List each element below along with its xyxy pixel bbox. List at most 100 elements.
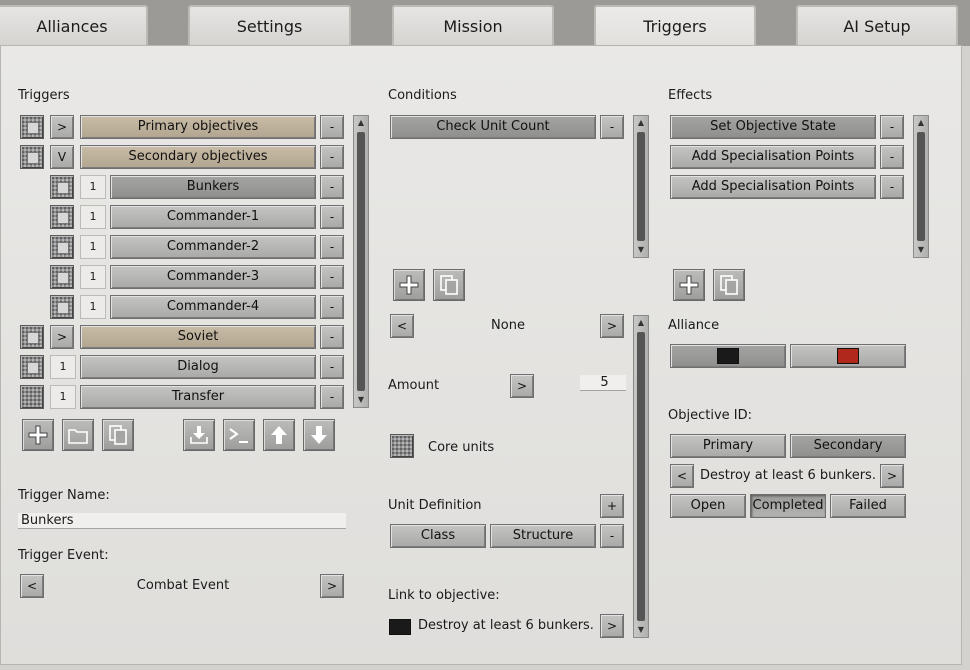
tab-ai-setup[interactable]: AI Setup — [796, 5, 958, 45]
console-button[interactable] — [223, 419, 255, 451]
add-trigger-button[interactable] — [22, 419, 54, 451]
trigger-item-commander-1[interactable]: Commander-1 — [110, 205, 316, 229]
event-prev-button[interactable]: < — [20, 574, 44, 598]
trigger-checkbox[interactable] — [20, 115, 44, 139]
tab-mission[interactable]: Mission — [392, 5, 554, 45]
trigger-checkbox[interactable] — [20, 355, 44, 379]
remove-trigger-button[interactable]: - — [320, 265, 344, 289]
trigger-checkbox[interactable] — [20, 385, 44, 409]
remove-trigger-button[interactable]: - — [320, 205, 344, 229]
add-unit-definition-button[interactable]: + — [600, 494, 624, 518]
amount-button[interactable]: > — [510, 374, 534, 398]
copy-condition-button[interactable] — [433, 269, 465, 301]
trigger-item-soviet[interactable]: Soviet — [80, 325, 316, 349]
remove-trigger-button[interactable]: - — [320, 145, 344, 169]
move-down-button[interactable] — [303, 419, 335, 451]
scroll-thumb[interactable] — [637, 132, 645, 241]
triggers-scrollbar[interactable]: ▲ ▼ — [353, 115, 369, 408]
remove-trigger-button[interactable]: - — [320, 355, 344, 379]
objective-prev-button[interactable]: < — [670, 464, 694, 488]
scroll-thumb[interactable] — [917, 132, 925, 241]
remove-trigger-button[interactable]: - — [320, 385, 344, 409]
scroll-thumb[interactable] — [357, 132, 365, 391]
copy-trigger-button[interactable] — [102, 419, 134, 451]
remove-effect-button[interactable]: - — [880, 115, 904, 139]
trigger-item-transfer[interactable]: Transfer — [80, 385, 316, 409]
trigger-checkbox[interactable] — [20, 145, 44, 169]
trigger-name-input[interactable]: Bunkers — [18, 513, 346, 529]
scroll-down-icon[interactable]: ▼ — [914, 243, 928, 257]
copy-icon — [109, 425, 127, 445]
tab-triggers[interactable]: Triggers — [594, 5, 756, 47]
plus-icon — [399, 275, 419, 295]
link-objective-button[interactable]: > — [600, 614, 624, 638]
import-trigger-button[interactable] — [183, 419, 215, 451]
event-next-button[interactable]: > — [320, 574, 344, 598]
trigger-item-bunkers[interactable]: Bunkers — [110, 175, 316, 199]
remove-effect-button[interactable]: - — [880, 175, 904, 199]
conditions-scrollbar[interactable]: ▲ ▼ — [633, 115, 649, 258]
trigger-checkbox[interactable] — [20, 325, 44, 349]
remove-trigger-button[interactable]: - — [320, 115, 344, 139]
tab-settings[interactable]: Settings — [188, 5, 351, 45]
trigger-checkbox[interactable] — [50, 265, 74, 289]
trigger-item-commander-4[interactable]: Commander-4 — [110, 295, 316, 319]
remove-trigger-button[interactable]: - — [320, 295, 344, 319]
trigger-item-primary-objectives[interactable]: Primary objectives — [80, 115, 316, 139]
condition-prev-button[interactable]: < — [390, 314, 414, 338]
remove-unit-definition-button[interactable]: - — [600, 524, 624, 548]
trigger-checkbox[interactable] — [50, 205, 74, 229]
remove-condition-button[interactable]: - — [600, 115, 624, 139]
expand-button[interactable]: > — [50, 115, 74, 139]
remove-effect-button[interactable]: - — [880, 145, 904, 169]
primary-button[interactable]: Primary — [670, 434, 786, 458]
remove-trigger-button[interactable]: - — [320, 325, 344, 349]
remove-trigger-button[interactable]: - — [320, 175, 344, 199]
trigger-checkbox[interactable] — [50, 295, 74, 319]
state-failed-button[interactable]: Failed — [830, 494, 906, 518]
class-button[interactable]: Class — [390, 524, 486, 548]
scroll-down-icon[interactable]: ▼ — [354, 393, 368, 407]
amount-input[interactable]: 5 — [580, 375, 626, 391]
add-effect-button[interactable] — [673, 269, 705, 301]
scroll-up-icon[interactable]: ▲ — [634, 116, 648, 130]
trigger-item-secondary-objectives[interactable]: Secondary objectives — [80, 145, 316, 169]
core-units-checkbox[interactable] — [390, 434, 414, 458]
collapse-button[interactable]: V — [50, 145, 74, 169]
add-folder-button[interactable] — [62, 419, 94, 451]
scroll-down-icon[interactable]: ▼ — [634, 623, 648, 637]
trigger-item-commander-2[interactable]: Commander-2 — [110, 235, 316, 259]
copy-effect-button[interactable] — [713, 269, 745, 301]
scroll-thumb[interactable] — [637, 332, 645, 621]
trigger-checkbox[interactable] — [50, 175, 74, 199]
remove-trigger-button[interactable]: - — [320, 235, 344, 259]
structure-button[interactable]: Structure — [490, 524, 596, 548]
effect-item-set-objective-state[interactable]: Set Objective State — [670, 115, 876, 139]
objective-next-button[interactable]: > — [880, 464, 904, 488]
alliance-label: Alliance — [668, 318, 720, 333]
condition-next-button[interactable]: > — [600, 314, 624, 338]
scroll-up-icon[interactable]: ▲ — [634, 316, 648, 330]
trigger-item-dialog[interactable]: Dialog — [80, 355, 316, 379]
trigger-count: 1 — [80, 175, 106, 199]
add-condition-button[interactable] — [393, 269, 425, 301]
expand-button[interactable]: > — [50, 325, 74, 349]
state-open-button[interactable]: Open — [670, 494, 746, 518]
effect-item-add-specialisation-points[interactable]: Add Specialisation Points — [670, 175, 876, 199]
scroll-up-icon[interactable]: ▲ — [354, 116, 368, 130]
alliance-button-1[interactable] — [670, 344, 786, 368]
trigger-checkbox[interactable] — [50, 235, 74, 259]
condition-item-check-unit-count[interactable]: Check Unit Count — [390, 115, 596, 139]
scroll-down-icon[interactable]: ▼ — [634, 243, 648, 257]
trigger-count: 1 — [80, 235, 106, 259]
effects-scrollbar[interactable]: ▲ ▼ — [913, 115, 929, 258]
effect-item-add-specialisation-points[interactable]: Add Specialisation Points — [670, 145, 876, 169]
state-completed-button[interactable]: Completed — [750, 494, 826, 518]
scroll-up-icon[interactable]: ▲ — [914, 116, 928, 130]
secondary-button[interactable]: Secondary — [790, 434, 906, 458]
alliance-button-2[interactable] — [790, 344, 906, 368]
move-up-button[interactable] — [263, 419, 295, 451]
condition-settings-scrollbar[interactable]: ▲ ▼ — [633, 315, 649, 638]
tab-alliances[interactable]: Alliances — [0, 5, 148, 45]
trigger-item-commander-3[interactable]: Commander-3 — [110, 265, 316, 289]
